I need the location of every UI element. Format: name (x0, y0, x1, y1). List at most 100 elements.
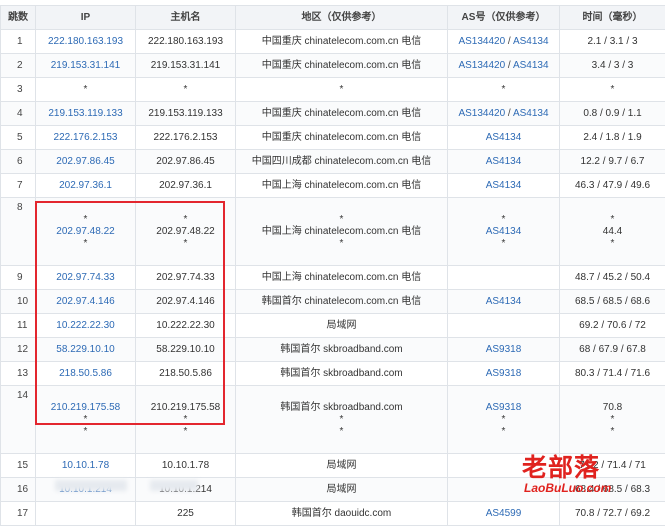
ip-text[interactable]: 10.10.1.78 (36, 460, 135, 472)
asn-link: * (502, 426, 506, 437)
asn-line: AS4134 (448, 226, 559, 238)
asn-link[interactable]: AS9318 (486, 344, 522, 355)
ip-text[interactable]: 218.50.5.86 (36, 368, 135, 380)
time-text: 2.1 / 3.1 / 3 (560, 36, 665, 48)
region-text: * (236, 426, 447, 438)
table-row: 1510.10.1.7810.10.1.78局域网71.2 / 71.4 / 7… (1, 454, 665, 478)
region-text: 韩国首尔 skbroadband.com (236, 402, 447, 414)
asn-link[interactable]: AS134420 (458, 108, 505, 119)
hostname-text: 225 (136, 508, 235, 520)
ip-cell: *202.97.48.22* (36, 198, 136, 266)
time-cell: 48.7 / 45.2 / 50.4 (560, 266, 665, 290)
region-cell: 中国四川成都 chinatelecom.com.cn 电信 (236, 150, 448, 174)
region-text: 局域网 (236, 320, 447, 332)
ip-text[interactable]: 202.97.48.22 (36, 226, 135, 238)
region-cell: 中国重庆 chinatelecom.com.cn 电信 (236, 102, 448, 126)
time-cell: 70.8** (560, 386, 665, 454)
asn-link[interactable]: AS4134 (513, 60, 549, 71)
region-text: 中国重庆 chinatelecom.com.cn 电信 (236, 108, 447, 120)
redacted-hostname (150, 480, 198, 491)
ip-text[interactable]: 222.180.163.193 (36, 36, 135, 48)
time-cell: 69.2 / 70.6 / 72 (560, 314, 665, 338)
region-cell: 韩国首尔 skbroadband.com** (236, 386, 448, 454)
hostname-cell: 219.153.119.133 (136, 102, 236, 126)
asn-line: * (448, 426, 559, 438)
asn-link[interactable]: AS9318 (486, 402, 522, 413)
ip-text[interactable]: 202.97.4.146 (36, 296, 135, 308)
hostname-text: 218.50.5.86 (136, 368, 235, 380)
region-text: * (236, 238, 447, 250)
asn-link[interactable]: AS9318 (486, 368, 522, 379)
asn-cell: AS134420 / AS4134 (448, 102, 560, 126)
table-row: 14210.219.175.58**210.219.175.58**韩国首尔 s… (1, 386, 665, 454)
asn-separator: / (505, 108, 513, 119)
ip-text[interactable]: 58.229.10.10 (36, 344, 135, 356)
ip-cell: 202.97.86.45 (36, 150, 136, 174)
asn-link[interactable]: AS134420 (458, 36, 505, 47)
ip-text[interactable]: 210.219.175.58 (36, 402, 135, 414)
ip-text[interactable]: 202.97.74.33 (36, 272, 135, 284)
table-row: 17225韩国首尔 daouidc.comAS459970.8 / 72.7 /… (1, 502, 665, 526)
time-cell: 80.3 / 71.4 / 71.6 (560, 362, 665, 386)
hostname-text: 202.97.74.33 (136, 272, 235, 284)
header-ip: IP (36, 6, 136, 30)
region-text: 局域网 (236, 484, 447, 496)
header-hop: 跳数 (1, 6, 36, 30)
asn-line: AS4134 (448, 156, 559, 168)
asn-line: AS134420 / AS4134 (448, 60, 559, 72)
ip-text[interactable]: 222.176.2.153 (36, 132, 135, 144)
ip-text[interactable]: 202.97.86.45 (36, 156, 135, 168)
asn-link: * (502, 238, 506, 249)
region-text: 中国四川成都 chinatelecom.com.cn 电信 (236, 156, 447, 168)
hop-cell: 6 (1, 150, 36, 174)
hostname-cell: 210.219.175.58** (136, 386, 236, 454)
time-text: 68 / 67.9 / 67.8 (560, 344, 665, 356)
region-cell: 中国上海 chinatelecom.com.cn 电信 (236, 174, 448, 198)
hostname-cell: 10.10.1.78 (136, 454, 236, 478)
time-text: * (560, 426, 665, 438)
asn-line: AS4134 (448, 180, 559, 192)
asn-cell: AS9318 (448, 362, 560, 386)
asn-cell: AS134420 / AS4134 (448, 54, 560, 78)
hostname-cell: 202.97.4.146 (136, 290, 236, 314)
time-text: 68.5 / 68.5 / 68.6 (560, 296, 665, 308)
asn-link[interactable]: AS4134 (513, 36, 549, 47)
asn-link[interactable]: AS4599 (486, 508, 522, 519)
asn-line: AS9318 (448, 402, 559, 414)
ip-cell: 202.97.4.146 (36, 290, 136, 314)
ip-cell: 202.97.36.1 (36, 174, 136, 198)
time-cell: 2.1 / 3.1 / 3 (560, 30, 665, 54)
hostname-cell: * (136, 78, 236, 102)
ip-text[interactable]: 219.153.31.141 (36, 60, 135, 72)
region-text: 中国重庆 chinatelecom.com.cn 电信 (236, 60, 447, 72)
asn-link[interactable]: AS4134 (486, 132, 522, 143)
ip-text[interactable]: 10.222.22.30 (36, 320, 135, 332)
table-row: 10202.97.4.146202.97.4.146韩国首尔 chinatele… (1, 290, 665, 314)
ip-text[interactable]: 202.97.36.1 (36, 180, 135, 192)
asn-link[interactable]: AS4134 (486, 296, 522, 307)
hostname-text: 202.97.36.1 (136, 180, 235, 192)
time-cell: * (560, 78, 665, 102)
asn-link: * (502, 84, 506, 95)
ip-cell: 58.229.10.10 (36, 338, 136, 362)
region-text: * (236, 414, 447, 426)
asn-link[interactable]: AS4134 (486, 180, 522, 191)
region-cell: 韩国首尔 chinatelecom.com.cn 电信 (236, 290, 448, 314)
asn-link[interactable]: AS134420 (458, 60, 505, 71)
hostname-cell: 202.97.36.1 (136, 174, 236, 198)
time-cell: 46.3 / 47.9 / 49.6 (560, 174, 665, 198)
asn-link[interactable]: AS4134 (486, 226, 522, 237)
hop-cell: 12 (1, 338, 36, 362)
ip-cell: 222.180.163.193 (36, 30, 136, 54)
time-text: 2.4 / 1.8 / 1.9 (560, 132, 665, 144)
region-text: * (236, 214, 447, 226)
asn-link[interactable]: AS4134 (486, 156, 522, 167)
asn-link[interactable]: AS4134 (513, 108, 549, 119)
ip-cell: 202.97.74.33 (36, 266, 136, 290)
hostname-text: 202.97.4.146 (136, 296, 235, 308)
ip-cell: * (36, 78, 136, 102)
time-text: 46.3 / 47.9 / 49.6 (560, 180, 665, 192)
asn-cell (448, 454, 560, 478)
region-text: 局域网 (236, 460, 447, 472)
ip-text[interactable]: 219.153.119.133 (36, 108, 135, 120)
